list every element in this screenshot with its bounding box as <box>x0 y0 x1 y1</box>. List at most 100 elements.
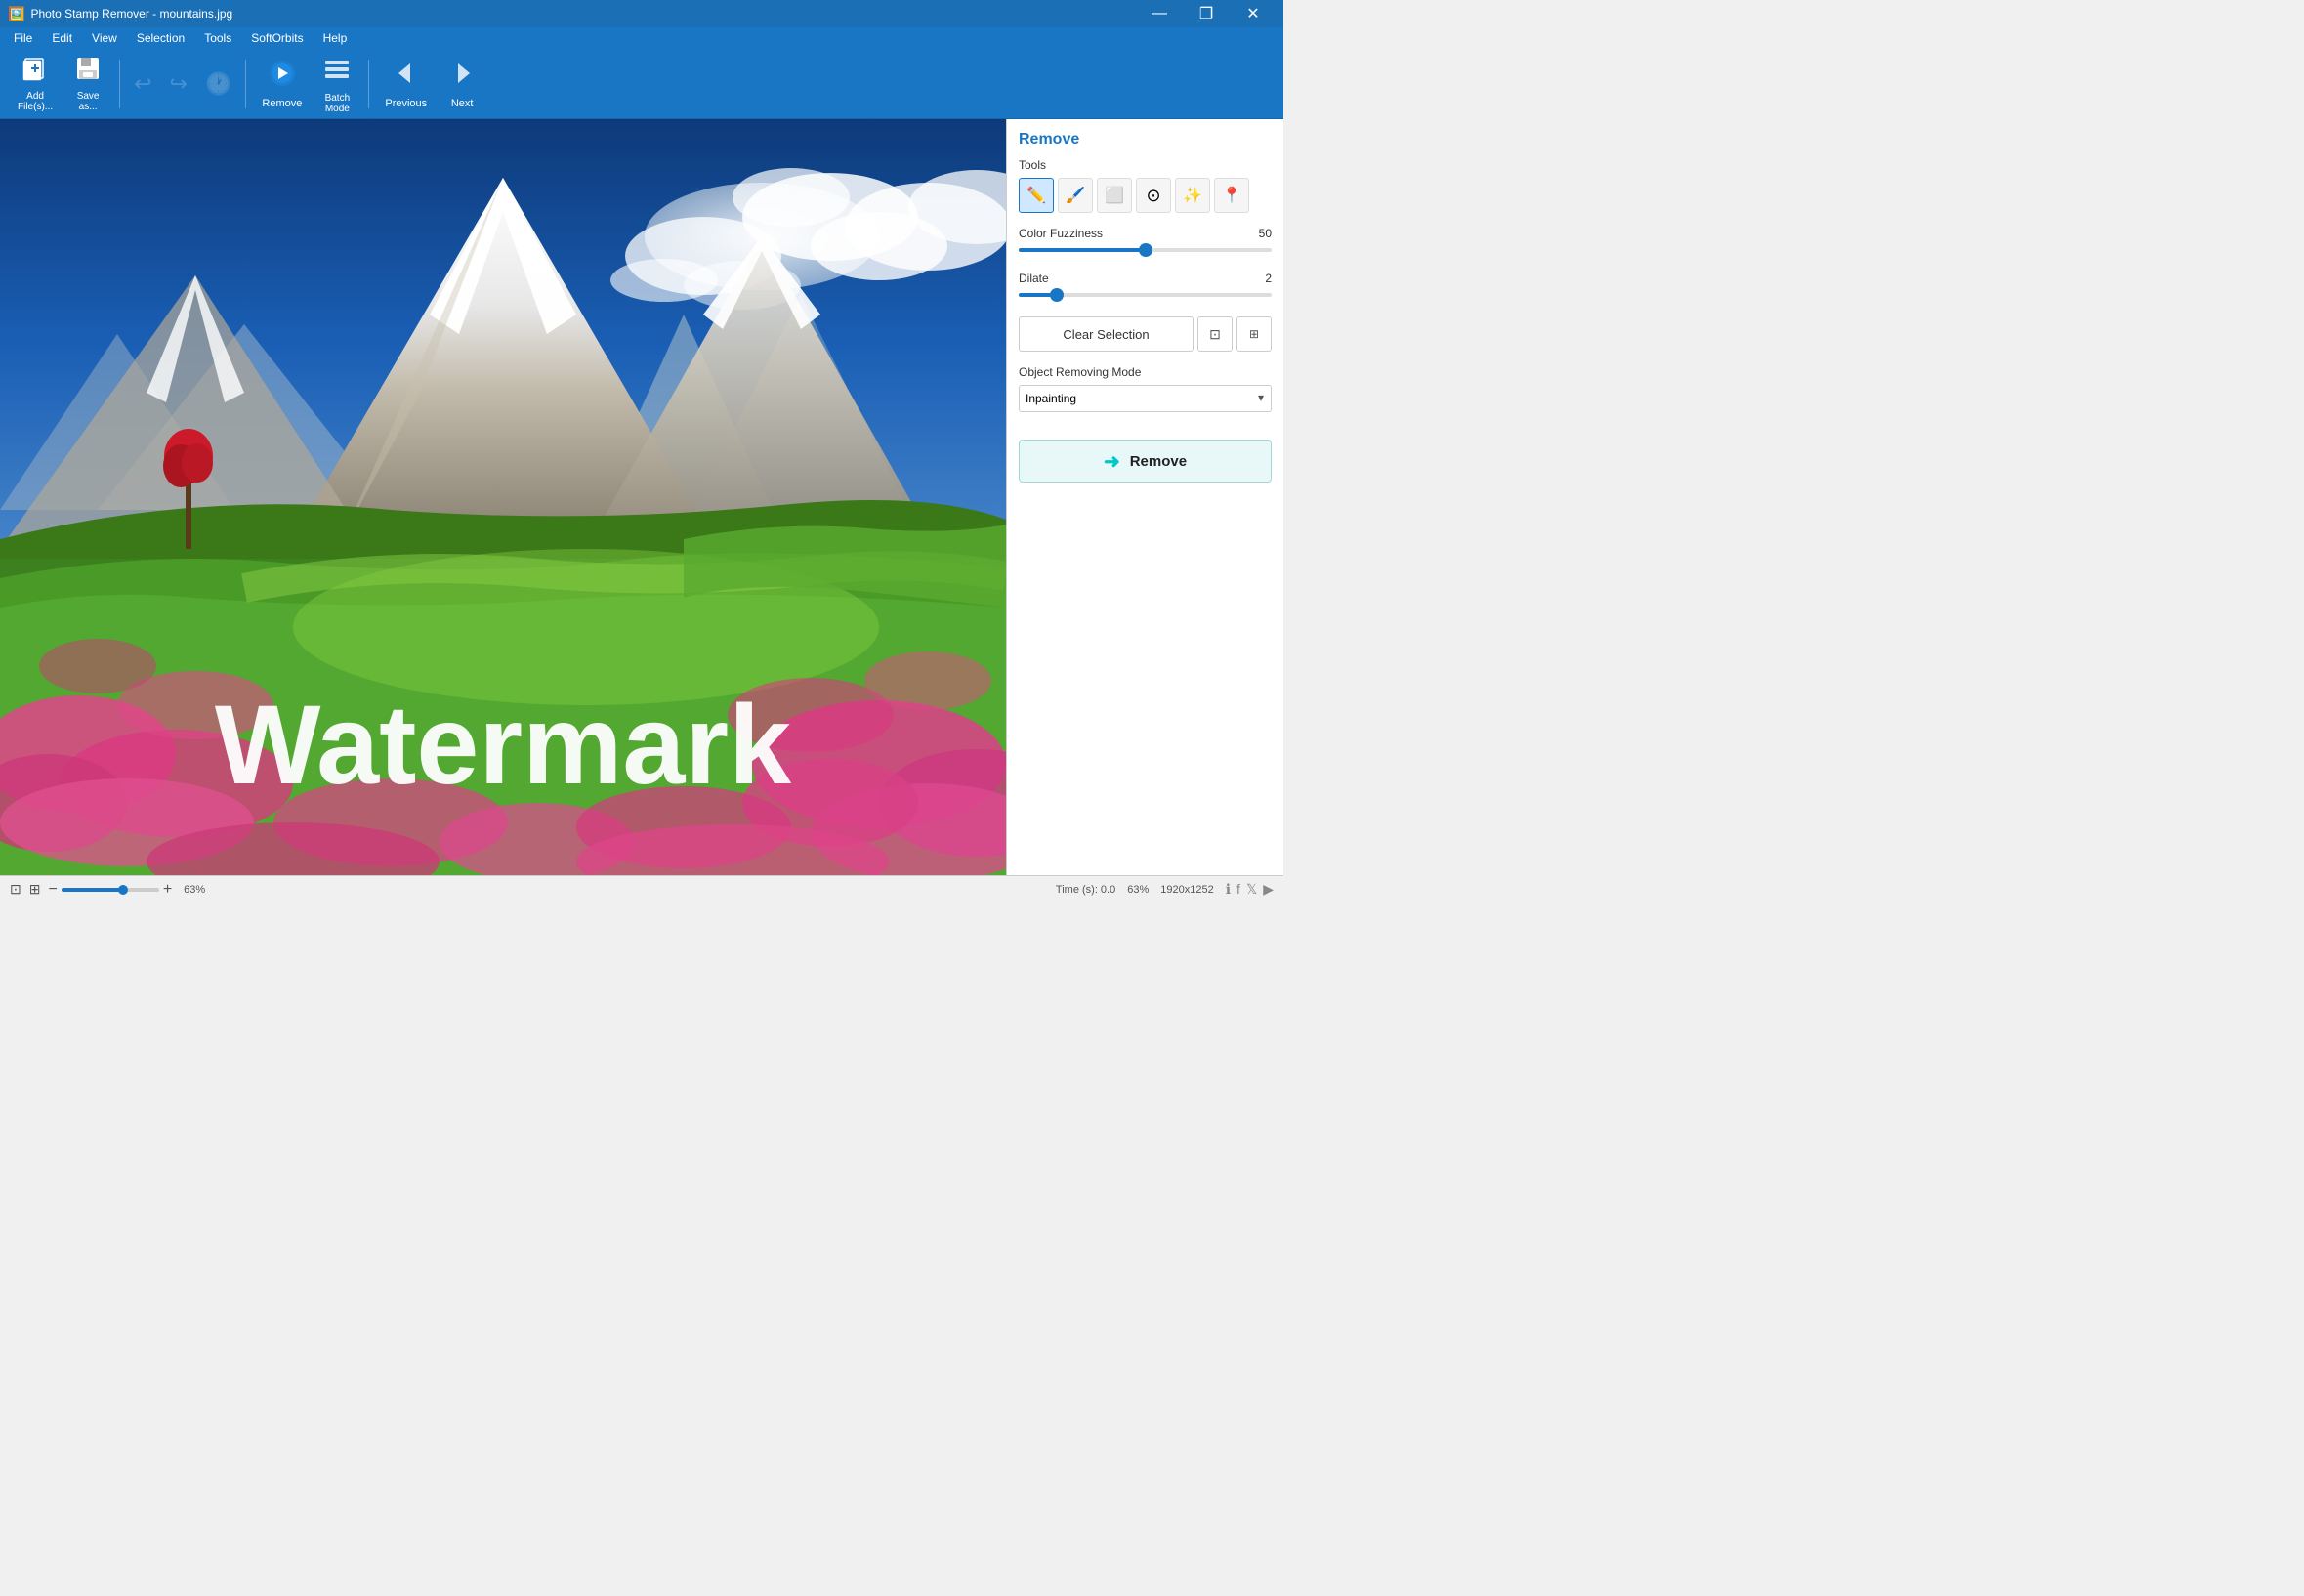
eraser-tool-button[interactable]: 🖌️ <box>1058 178 1093 213</box>
undo-button[interactable]: ↩ <box>126 67 159 101</box>
menu-selection[interactable]: Selection <box>127 29 194 47</box>
color-fuzziness-thumb[interactable] <box>1139 243 1152 257</box>
add-files-button[interactable]: AddFile(s)... <box>8 55 63 113</box>
invert-selection-button[interactable]: ⊞ <box>1236 316 1272 352</box>
undo-icon: ↩ <box>134 71 151 97</box>
status-right: Time (s): 0.0 63% 1920x1252 ℹ f 𝕏 ▶ <box>1056 881 1274 898</box>
zoom-thumb[interactable] <box>118 885 128 895</box>
zoom-percent: 63% <box>184 884 205 896</box>
dilate-label: Dilate <box>1019 272 1049 285</box>
add-files-icon <box>21 55 49 87</box>
color-fuzziness-row: Color Fuzziness 50 <box>1019 227 1272 260</box>
remove-arrow-icon: ➜ <box>1104 449 1120 474</box>
tools-label: Tools <box>1019 158 1272 172</box>
restore-button[interactable]: ❐ <box>1184 0 1229 27</box>
dilate-track[interactable] <box>1019 293 1272 297</box>
save-icon <box>74 55 102 87</box>
resolution-display: 1920x1252 <box>1160 884 1213 896</box>
rect-select-icon: ⬜ <box>1105 186 1124 205</box>
landscape-image: Watermark <box>0 119 1006 875</box>
info-icon[interactable]: ℹ <box>1226 881 1231 898</box>
color-fuzziness-track[interactable] <box>1019 248 1272 252</box>
rect-select-tool-button[interactable]: ⬜ <box>1097 178 1132 213</box>
menu-view[interactable]: View <box>82 29 127 47</box>
window-controls: — ❐ ✕ <box>1137 0 1276 27</box>
time-display: Time (s): 0.0 <box>1056 884 1115 896</box>
history-button[interactable]: 🕐 <box>197 67 239 101</box>
close-button[interactable]: ✕ <box>1231 0 1276 27</box>
twitter-icon[interactable]: 𝕏 <box>1246 881 1257 898</box>
status-icons: ℹ f 𝕏 ▶ <box>1226 881 1274 898</box>
window-title: Photo Stamp Remover - mountains.jpg <box>30 7 1137 21</box>
crop-to-selection-button[interactable]: ⊡ <box>1197 316 1233 352</box>
toolbar: AddFile(s)... Saveas... ↩ ↪ 🕐 <box>0 49 1283 119</box>
zoom-out-button[interactable]: − <box>48 881 57 899</box>
brush-icon: ✏️ <box>1026 186 1046 205</box>
zoom-slider-fill <box>62 888 120 892</box>
remove-toolbar-label: Remove <box>262 98 302 109</box>
redo-button[interactable]: ↪ <box>162 67 195 101</box>
remove-button-toolbar[interactable]: Remove <box>252 55 312 113</box>
redo-icon: ↪ <box>170 71 188 97</box>
canvas-area[interactable]: Watermark <box>0 119 1006 875</box>
app-icon: 🖼️ <box>8 6 24 22</box>
save-as-label: Saveas... <box>77 91 100 112</box>
menu-tools[interactable]: Tools <box>194 29 241 47</box>
menu-edit[interactable]: Edit <box>42 29 82 47</box>
dilate-value: 2 <box>1265 272 1272 285</box>
divider-2 <box>245 60 246 108</box>
brush-tool-button[interactable]: ✏️ <box>1019 178 1054 213</box>
stamp-tool-button[interactable]: 📍 <box>1214 178 1249 213</box>
facebook-icon[interactable]: f <box>1236 881 1240 898</box>
color-fuzziness-fill <box>1019 248 1146 252</box>
lasso-icon: ⊙ <box>1146 186 1160 206</box>
tools-row: ✏️ 🖌️ ⬜ ⊙ ✨ 📍 <box>1019 178 1272 213</box>
previous-icon <box>391 58 422 94</box>
menu-file[interactable]: File <box>4 29 42 47</box>
photo-wrapper: Watermark <box>0 119 1006 875</box>
zoom-controls: − + <box>48 881 172 899</box>
dilate-row: Dilate 2 <box>1019 272 1272 305</box>
invert-icon: ⊞ <box>1249 327 1259 341</box>
next-button[interactable]: Next <box>437 55 487 113</box>
actual-size-icon[interactable]: ⊞ <box>29 881 41 898</box>
mode-select[interactable]: Inpainting Content-Aware Fill Solid Colo… <box>1019 385 1272 412</box>
zoom-status: 63% <box>1127 884 1149 896</box>
menu-bar: File Edit View Selection Tools SoftOrbit… <box>0 27 1283 49</box>
zoom-in-button[interactable]: + <box>163 881 172 899</box>
dilate-thumb[interactable] <box>1050 288 1064 302</box>
batch-mode-label: BatchMode <box>325 93 351 114</box>
eraser-icon: 🖌️ <box>1066 186 1085 205</box>
clear-selection-button[interactable]: Clear Selection <box>1019 316 1194 352</box>
stamp-icon: 📍 <box>1222 186 1241 205</box>
menu-help[interactable]: Help <box>314 29 357 47</box>
minimize-button[interactable]: — <box>1137 0 1182 27</box>
magic-wand-button[interactable]: ✨ <box>1175 178 1210 213</box>
mode-label: Object Removing Mode <box>1019 365 1272 379</box>
clear-selection-row: Clear Selection ⊡ ⊞ <box>1019 316 1272 352</box>
batch-mode-button[interactable]: BatchMode <box>312 55 362 113</box>
undo-redo-group: ↩ ↪ 🕐 <box>126 67 239 101</box>
fit-window-icon[interactable]: ⊡ <box>10 881 21 898</box>
zoom-slider[interactable] <box>62 888 159 892</box>
right-panel: Remove Tools ✏️ 🖌️ ⬜ ⊙ ✨ <box>1006 119 1283 875</box>
crop-icon: ⊡ <box>1209 326 1221 343</box>
youtube-icon[interactable]: ▶ <box>1263 881 1274 898</box>
status-left: ⊡ ⊞ − + 63% <box>10 881 1040 899</box>
save-as-button[interactable]: Saveas... <box>63 55 113 113</box>
menu-softorbits[interactable]: SoftOrbits <box>241 29 313 47</box>
divider-3 <box>368 60 369 108</box>
history-icon: 🕐 <box>205 71 231 97</box>
color-fuzziness-label: Color Fuzziness <box>1019 227 1103 240</box>
photo-container: Watermark <box>0 119 1006 875</box>
panel-title: Remove <box>1019 131 1272 148</box>
remove-btn-label: Remove <box>1130 453 1187 470</box>
svg-text:Watermark: Watermark <box>215 683 792 808</box>
lasso-tool-button[interactable]: ⊙ <box>1136 178 1171 213</box>
remove-action-button[interactable]: ➜ Remove <box>1019 440 1272 483</box>
main-area: Watermark Remove Tools ✏️ 🖌️ ⬜ ⊙ <box>0 119 1283 875</box>
magic-wand-icon: ✨ <box>1183 186 1202 205</box>
title-bar: 🖼️ Photo Stamp Remover - mountains.jpg —… <box>0 0 1283 27</box>
previous-button[interactable]: Previous <box>375 55 437 113</box>
remove-icon <box>267 58 298 94</box>
